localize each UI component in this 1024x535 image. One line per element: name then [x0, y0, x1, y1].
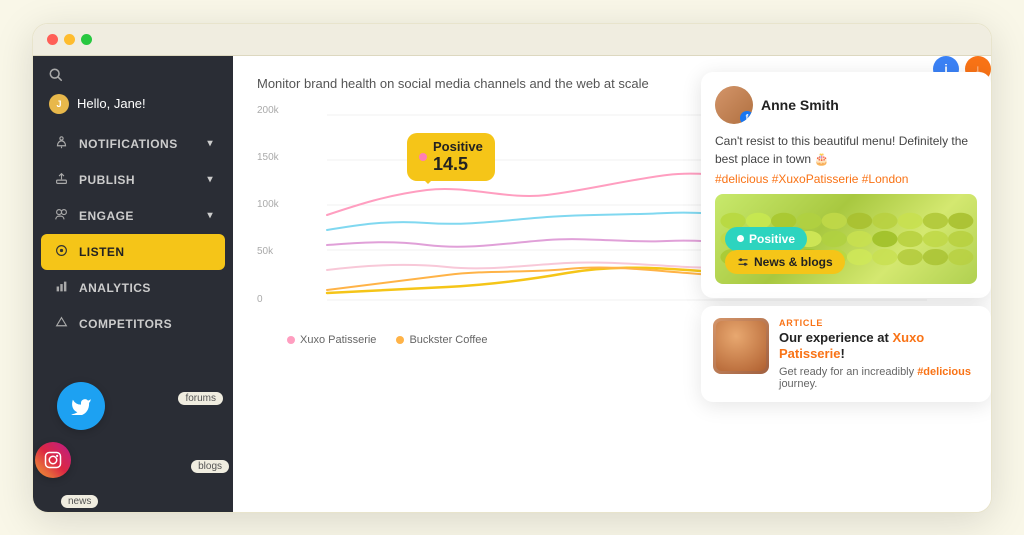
article-title-prefix: Our experience at: [779, 330, 892, 345]
maximize-button[interactable]: [81, 34, 92, 45]
article-desc: Get ready for an increadibly #delicious …: [779, 366, 979, 390]
y-label-0: 0: [257, 294, 279, 305]
news-blogs-label: News & blogs: [754, 255, 833, 269]
sliders-icon: [737, 257, 749, 267]
post-text: Can't resist to this beautiful menu! Def…: [715, 132, 977, 168]
social-post-card: f Anne Smith Can't resist to this beauti…: [701, 72, 991, 298]
y-label-200k: 200k: [257, 105, 279, 116]
nav-listen-label: LISTEN: [79, 245, 125, 259]
macaron-image: Positive News & blogs: [715, 194, 977, 284]
sidebar-greeting: J Hello, Jane!: [33, 90, 233, 126]
sidebar-item-notifications[interactable]: NOTIFICATIONS ▾: [33, 126, 233, 162]
competitors-icon: [53, 316, 69, 332]
y-label-150k: 150k: [257, 152, 279, 163]
listen-icon: [53, 244, 69, 260]
article-desc-highlight: #delicious: [917, 366, 971, 378]
legend-label-xuxo: Xuxo Patisserie: [300, 334, 376, 346]
author-name: Anne Smith: [761, 97, 839, 113]
engage-icon: [53, 208, 69, 224]
legend-item-xuxo: Xuxo Patisserie: [287, 334, 376, 346]
greeting-text: Hello, Jane!: [77, 96, 146, 111]
sidebar-nav: NOTIFICATIONS ▾ PUBLISH ▾: [33, 126, 233, 362]
post-author: f Anne Smith: [715, 86, 977, 124]
article-title: Our experience at Xuxo Patisserie!: [779, 330, 979, 364]
tooltip-label: Positive 14.5: [433, 139, 483, 175]
app-body: J Hello, Jane! NOTIFICATIONS ▾: [33, 56, 991, 512]
right-panel: f Anne Smith Can't resist to this beauti…: [701, 72, 991, 403]
news-blogs-badge: News & blogs: [725, 250, 845, 274]
search-icon: [49, 68, 63, 82]
article-label: ARTICLE: [779, 318, 979, 328]
instagram-icon[interactable]: [35, 442, 71, 478]
sidebar-item-competitors[interactable]: COMPETITORS: [33, 306, 233, 342]
legend-dot-buckster: [396, 336, 404, 344]
notifications-icon: [53, 136, 69, 152]
sidebar-search-area: [33, 56, 233, 90]
legend-dot-xuxo: [287, 336, 295, 344]
article-desc-suffix: journey.: [779, 378, 817, 390]
sidebar-item-publish[interactable]: PUBLISH ▾: [33, 162, 233, 198]
nav-engage-label: ENGAGE: [79, 209, 134, 223]
y-axis-labels: 200k 150k 100k 50k 0: [257, 105, 279, 305]
avatar: J: [49, 94, 69, 114]
main-content: Monitor brand health on social media cha…: [233, 56, 991, 512]
sidebar-item-analytics[interactable]: ANALYTICS: [33, 270, 233, 306]
article-title-suffix: !: [840, 346, 844, 361]
tooltip-dot: [419, 153, 427, 161]
nav-notifications-label: NOTIFICATIONS: [79, 137, 178, 151]
chart-tooltip: Positive 14.5: [407, 133, 495, 181]
article-card: ARTICLE Our experience at Xuxo Patisseri…: [701, 306, 991, 403]
nav-competitors-label: COMPETITORS: [79, 317, 172, 331]
blogs-label: blogs: [191, 460, 229, 473]
avatar: f: [715, 86, 753, 124]
positive-badge: Positive: [725, 227, 807, 251]
y-label-100k: 100k: [257, 199, 279, 210]
chevron-down-icon: ▾: [208, 138, 214, 149]
sidebar-item-listen[interactable]: LISTEN: [41, 234, 225, 270]
chevron-down-icon: ▾: [208, 174, 214, 185]
positive-label: Positive: [749, 232, 795, 246]
news-label: news: [61, 495, 98, 508]
facebook-badge: f: [740, 111, 753, 124]
article-desc-prefix: Get ready for an increadibly: [779, 366, 917, 378]
forums-label: forums: [178, 392, 223, 405]
twitter-icon[interactable]: [57, 382, 105, 430]
close-button[interactable]: [47, 34, 58, 45]
y-label-50k: 50k: [257, 246, 279, 257]
post-hashtags: #delicious #XuxoPatisserie #London: [715, 172, 977, 186]
analytics-icon: [53, 280, 69, 296]
nav-analytics-label: ANALYTICS: [79, 281, 151, 295]
article-thumbnail: [713, 318, 769, 374]
legend-item-buckster: Buckster Coffee: [396, 334, 487, 346]
sidebar: J Hello, Jane! NOTIFICATIONS ▾: [33, 56, 233, 512]
browser-titlebar: [33, 24, 991, 56]
positive-dot: [737, 235, 744, 242]
minimize-button[interactable]: [64, 34, 75, 45]
browser-window: J Hello, Jane! NOTIFICATIONS ▾: [32, 23, 992, 513]
sidebar-item-engage[interactable]: ENGAGE ▾: [33, 198, 233, 234]
tooltip-value: 14.5: [433, 154, 468, 174]
article-meta: ARTICLE Our experience at Xuxo Patisseri…: [779, 318, 979, 391]
nav-publish-label: PUBLISH: [79, 173, 135, 187]
publish-icon: [53, 172, 69, 188]
social-icons-area: forums blogs news: [33, 372, 233, 512]
chevron-down-icon: ▾: [208, 210, 214, 221]
legend-label-buckster: Buckster Coffee: [409, 334, 487, 346]
